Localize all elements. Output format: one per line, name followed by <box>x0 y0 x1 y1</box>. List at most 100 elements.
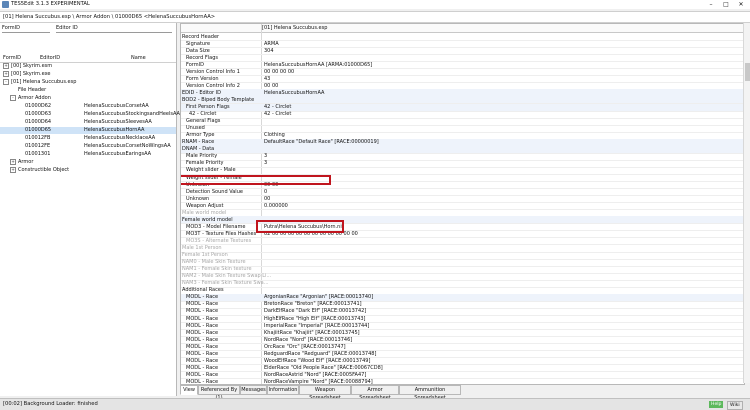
record-field-value[interactable]: NordRace "Nord" [RACE:00013746] <box>264 337 352 343</box>
record-field-name: MODL - Race <box>186 350 219 357</box>
record-field-value[interactable]: ImperialRace "Imperial" [RACE:00013744] <box>264 323 369 329</box>
record-view-file-column[interactable]: [01] Helena Succubus.esp <box>262 25 327 31</box>
record-field-value[interactable]: 3 <box>264 160 267 166</box>
record-field-name: RNAM - Race <box>182 139 215 146</box>
record-field-value[interactable]: 43 <box>264 76 270 82</box>
record-view-header: [01] Helena Succubus.esp <box>181 24 744 33</box>
help-button[interactable]: Help <box>709 401 724 408</box>
expand-icon[interactable]: + <box>10 167 16 173</box>
editorid-search-input[interactable] <box>56 32 172 40</box>
record-field-name: Male 1st Person <box>182 245 222 251</box>
record-field-value[interactable]: DarkElfRace "Dark Elf" [RACE:00013742] <box>264 308 366 314</box>
record-field-value[interactable]: HelenaSuccubusHornAA [ARMA:01000D65] <box>264 62 372 68</box>
scrollbar-thumb[interactable] <box>745 63 750 81</box>
tree-item-armor-addon[interactable]: - Armor Addon <box>0 95 176 102</box>
record-field-name: MOD3 - Model Filename <box>186 223 246 230</box>
tree-record-formid: 01001301 <box>25 151 51 157</box>
expand-icon[interactable]: + <box>3 71 9 77</box>
record-field-name: Female 1st Person <box>182 252 228 259</box>
column-editorid[interactable]: EditorID <box>40 55 60 61</box>
tree-record-editorid: HelenaSuccubusStockingsandHeelsAA <box>84 111 180 117</box>
record-field-value[interactable]: NordRaceAstrid "Nord" [RACE:0005FA47] <box>264 372 366 378</box>
tree-item-skyrim-esm[interactable]: + [00] Skyrim.esm <box>0 63 176 70</box>
tree-record-row[interactable]: 010012FB HelenaSuccubusNecklaceAA <box>0 135 176 142</box>
collapse-icon[interactable]: - <box>10 95 16 101</box>
record-field-name: First Person Flags <box>186 104 230 110</box>
record-field-name: Female world model <box>182 216 233 223</box>
tree-item-helena-esp[interactable]: - [01] Helena Succubus.esp <box>0 79 176 86</box>
column-formid[interactable]: FormID <box>3 55 21 61</box>
tree-record-row[interactable]: 01001301 HelenaSuccubusEaringsAA <box>0 151 176 158</box>
record-field-name: Record Header <box>182 33 220 40</box>
record-field-value[interactable]: 0.000000 <box>264 203 288 209</box>
tree-record-editorid: HelenaSuccubusHornAA <box>84 127 145 133</box>
record-field-value[interactable]: 00 00 00 00 <box>264 69 294 75</box>
tab-messages[interactable]: Messages <box>240 385 267 395</box>
tab-view[interactable]: View <box>180 385 198 395</box>
record-field-name: Detection Sound Value <box>186 188 243 195</box>
record-field-name: Unknown <box>186 195 210 202</box>
expand-icon[interactable]: + <box>10 159 16 165</box>
tab-information[interactable]: Information <box>267 385 299 395</box>
record-field-name: Additional Races <box>182 287 224 294</box>
record-field-value[interactable]: 00 00 <box>264 83 278 89</box>
tree-item-constructible-object[interactable]: + Constructible Object <box>0 167 176 174</box>
tree-item-label: Constructible Object <box>18 167 70 173</box>
record-field-name: Female Priority <box>186 160 224 167</box>
record-field-name: Armor Type <box>186 132 215 139</box>
record-field-value[interactable]: OrcRace "Orc" [RACE:00013747] <box>264 344 346 350</box>
collapse-icon[interactable]: - <box>3 79 9 85</box>
column-name[interactable]: Name <box>131 55 146 61</box>
record-field-name: Unused <box>186 125 205 132</box>
tree-item-skyrim-exe[interactable]: + [00] Skyrim.exe <box>0 71 176 78</box>
record-field-name: Version Control Info 1 <box>186 68 240 75</box>
record-field-name: NAM0 - Male Skin Texture <box>182 259 246 266</box>
record-field-value[interactable]: RedguardRace "Redguard" [RACE:00013748] <box>264 351 376 357</box>
tree-record-row[interactable]: 010012FE HelenaSuccubusCorsetNoWingsAA <box>0 143 176 150</box>
expand-icon[interactable]: + <box>3 63 9 69</box>
record-field-value[interactable]: Clothing <box>264 132 285 138</box>
record-field-value[interactable]: ArgonianRace "Argonian" [RACE:00013740] <box>264 294 373 300</box>
record-field-name: Signature <box>186 40 211 47</box>
tree-record-row[interactable]: 01000D64 HelenaSuccubusSleevesAA <box>0 119 176 126</box>
tree-item-label: Armor <box>18 159 34 165</box>
record-field-value[interactable]: HelenaSuccubusHornAA <box>264 90 324 96</box>
record-field-name: MODL - Race <box>186 329 219 336</box>
formid-search-input[interactable] <box>2 32 50 40</box>
record-field-value[interactable]: 3 <box>264 153 267 159</box>
record-field-value[interactable]: 42 - Circlet <box>264 104 291 110</box>
record-field-value[interactable]: BretonRace "Breton" [RACE:00013741] <box>264 301 362 307</box>
tab-referenced-by[interactable]: Referenced By (1) <box>198 385 240 401</box>
tab-armor-spreadsheet[interactable]: Armor Spreadsheet <box>351 385 399 401</box>
record-view-scrollbar[interactable] <box>743 23 750 383</box>
tree-record-row-selected[interactable]: 01000D65 HelenaSuccubusHornAA <box>0 127 176 134</box>
tree-item-label: File Header <box>18 87 47 93</box>
close-icon[interactable]: ✕ <box>734 0 748 9</box>
record-field-name: BOD2 - Biped Body Template <box>182 96 255 103</box>
record-field-value[interactable]: ARMA <box>264 41 279 47</box>
record-field-name: General Flags <box>186 118 221 125</box>
record-field-name: MO3S - Alternate Textures <box>186 237 252 244</box>
tree-item-armor[interactable]: + Armor <box>0 159 176 166</box>
tab-weapon-spreadsheet[interactable]: Weapon Spreadsheet <box>299 385 351 401</box>
record-field-value[interactable]: 0 <box>264 189 267 195</box>
record-field-name: NAM3 - Female Skin Texture Swa... <box>182 280 269 287</box>
minimize-icon[interactable]: – <box>704 0 718 9</box>
record-field-value[interactable]: 42 - Circlet <box>264 111 291 117</box>
tab-ammunition-spreadsheet[interactable]: Ammunition Spreadsheet <box>399 385 461 401</box>
record-field-value[interactable]: 304 <box>264 48 274 54</box>
tree-item-file-header[interactable]: File Header <box>0 87 176 94</box>
record-field-value[interactable]: ElderRace "Old People Race" [RACE:00067C… <box>264 365 383 371</box>
tree-record-row[interactable]: 01000D63 HelenaSuccubusStockingsandHeels… <box>0 111 180 118</box>
record-field-name: MODL - Race <box>186 371 219 378</box>
tree-record-row[interactable]: 01000D62 HelenaSuccubusCorsetAA <box>0 103 176 110</box>
record-field-value[interactable]: 00 <box>264 196 270 202</box>
record-field-value[interactable]: HighElfRace "High Elf" [RACE:00013743] <box>264 316 366 322</box>
maximize-icon[interactable]: □ <box>719 0 733 9</box>
editorid-search-label: Editor ID <box>56 25 78 31</box>
record-field-name: Form Version <box>186 75 219 82</box>
record-field-value[interactable]: DefaultRace "Default Race" [RACE:0000001… <box>264 139 379 145</box>
record-field-value[interactable]: WoodElfRace "Wood Elf" [RACE:00013749] <box>264 358 370 364</box>
tree-record-editorid: HelenaSuccubusEaringsAA <box>84 151 152 157</box>
record-field-value[interactable]: KhajiitRace "Khajiit" [RACE:00013745] <box>264 330 360 336</box>
